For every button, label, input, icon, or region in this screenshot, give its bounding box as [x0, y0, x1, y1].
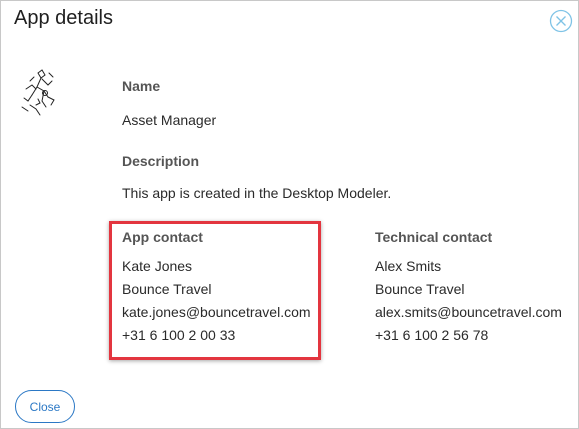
- app-details-dialog: App details Name Asset Manager Descripti…: [0, 0, 579, 429]
- description-label: Description: [122, 153, 200, 169]
- close-button[interactable]: Close: [15, 390, 75, 423]
- technical-contact-company: Bounce Travel: [375, 281, 465, 297]
- technical-contact-email: alex.smits@bouncetravel.com: [375, 304, 562, 320]
- app-contact-highlight: [109, 221, 321, 360]
- technical-contact-phone: +31 6 100 2 56 78: [375, 327, 489, 343]
- technical-contact-name: Alex Smits: [375, 258, 442, 274]
- dialog-title: App details: [14, 7, 113, 29]
- close-circle-icon[interactable]: [549, 9, 573, 33]
- technical-contact-section: Technical contact Alex Smits Bounce Trav…: [375, 226, 562, 347]
- name-label: Name: [122, 78, 161, 94]
- app-sketch-icon: [18, 67, 60, 117]
- description-value: This app is created in the Desktop Model…: [122, 185, 392, 201]
- technical-contact-label: Technical contact: [375, 229, 493, 245]
- name-value: Asset Manager: [122, 112, 217, 128]
